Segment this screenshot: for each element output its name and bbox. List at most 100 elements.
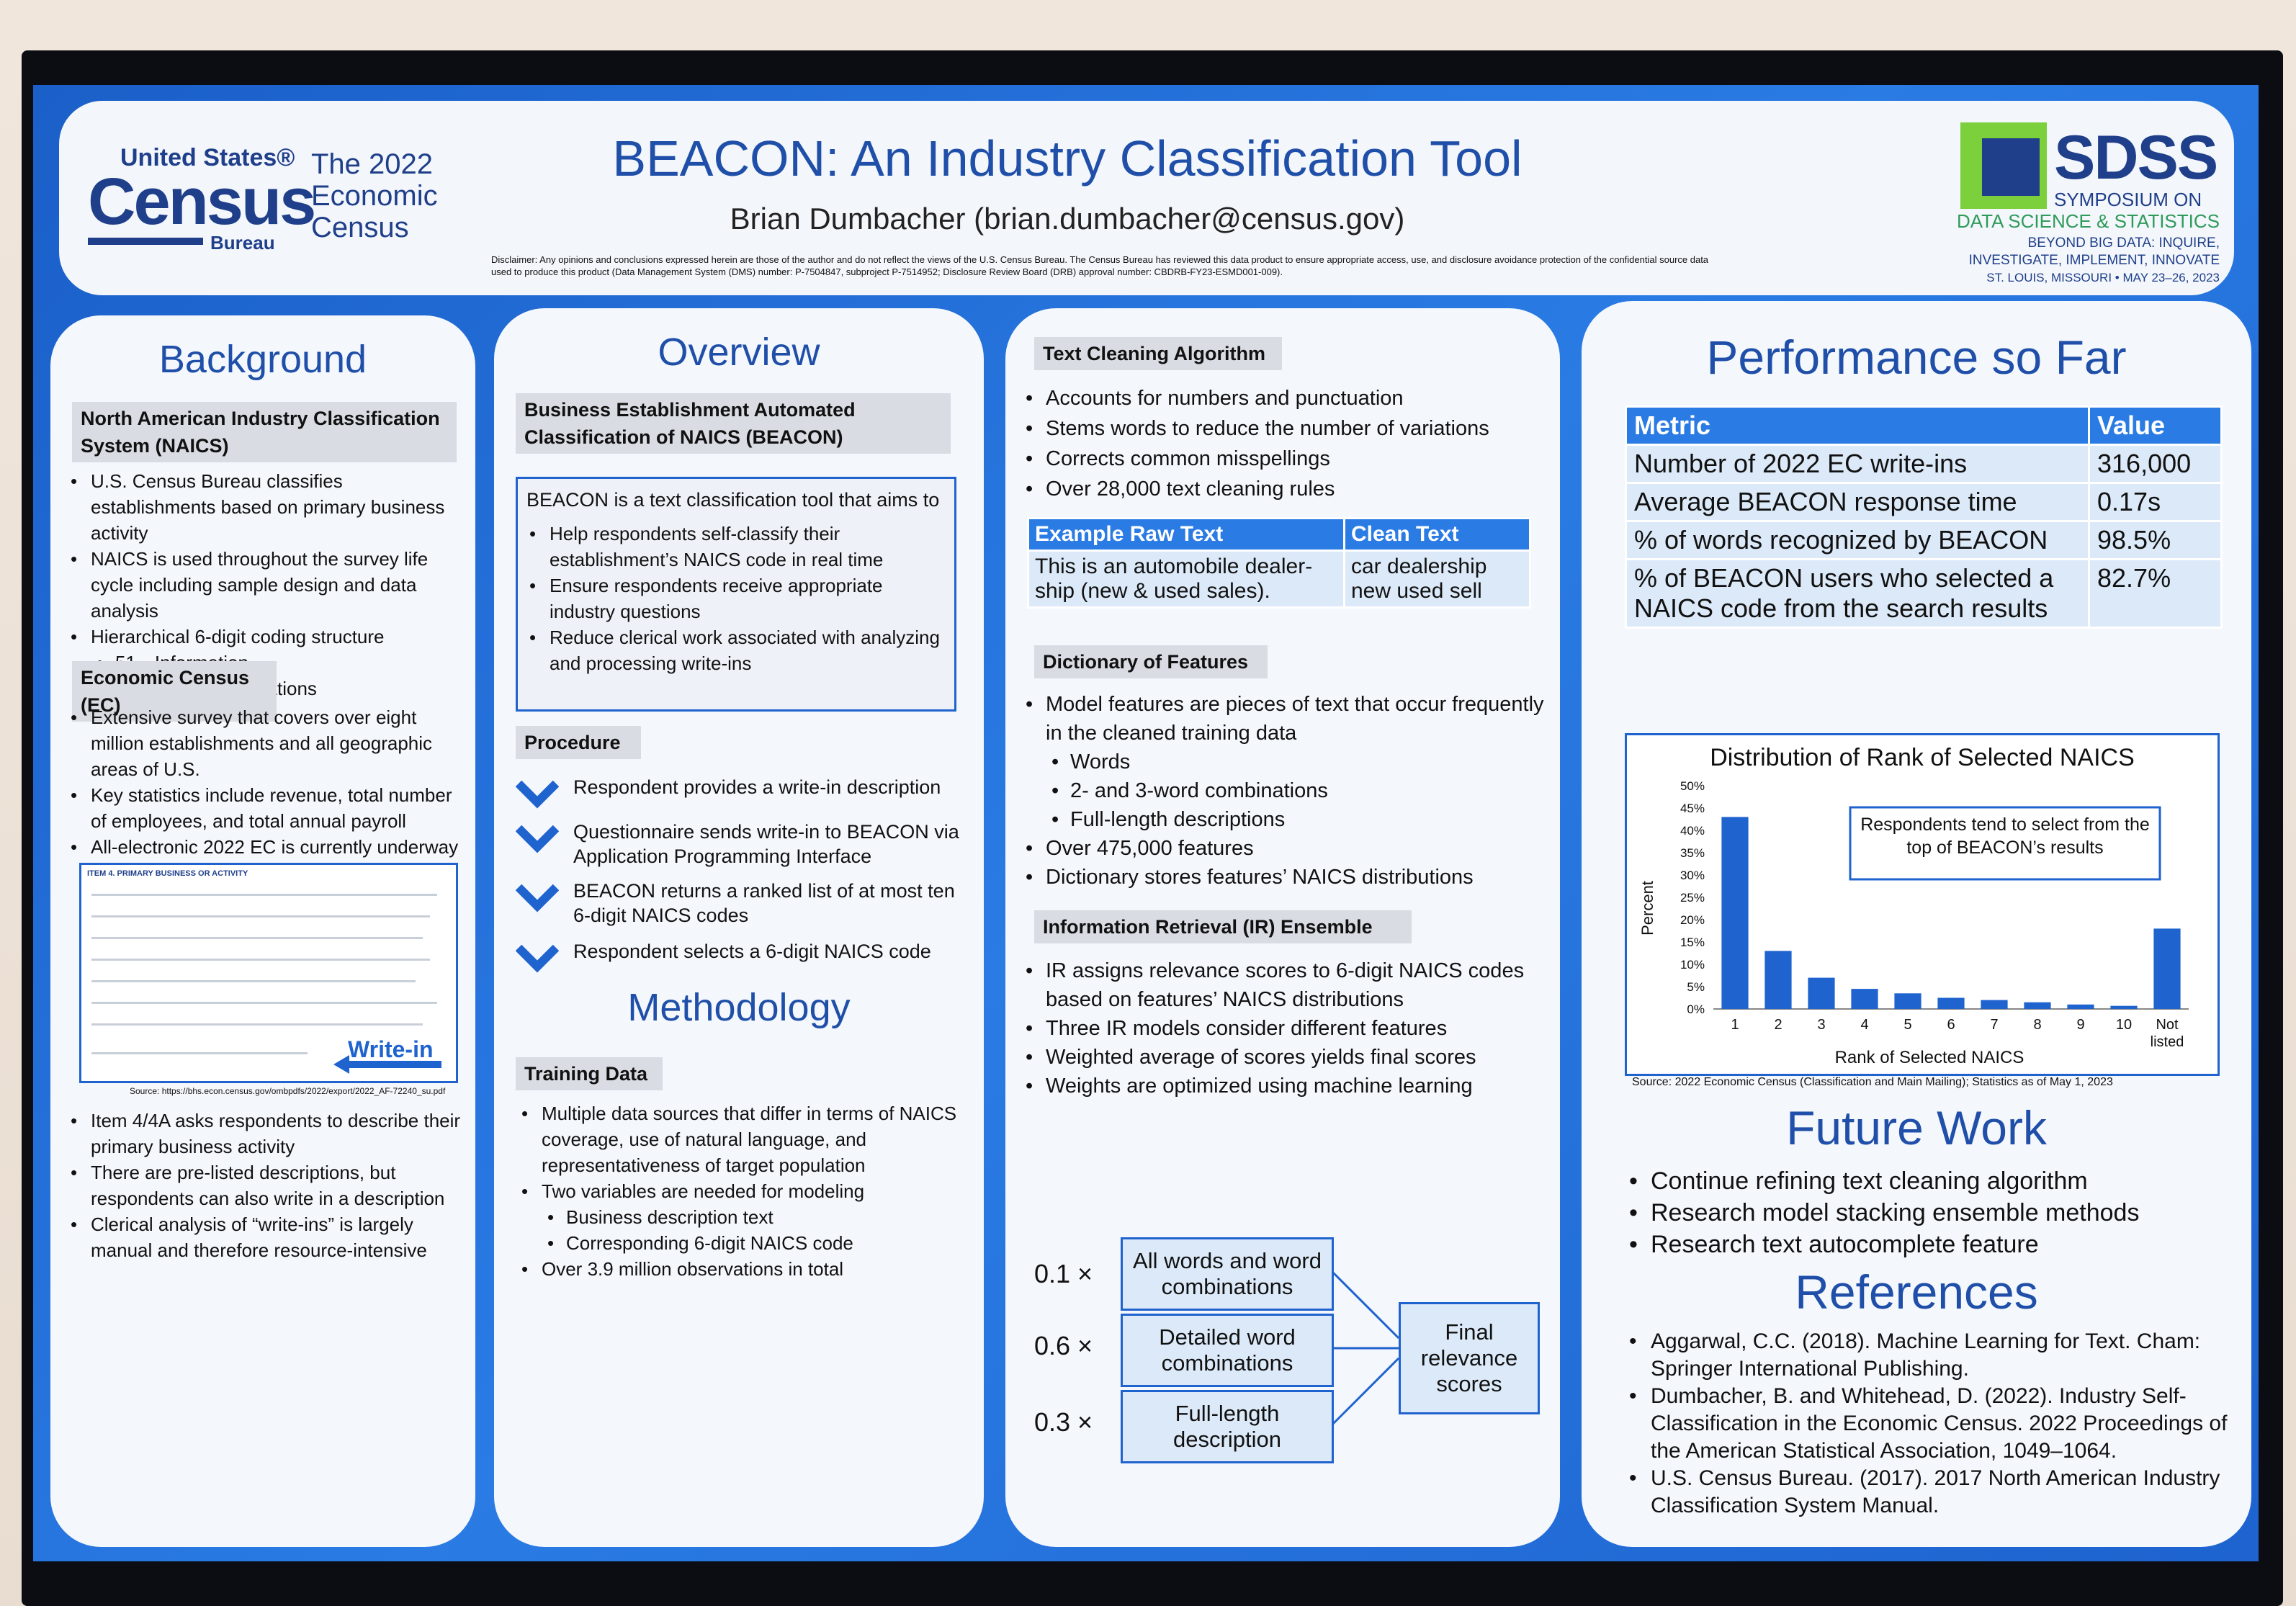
y-tick-label: 25%: [1680, 891, 1705, 905]
table-cell: Average BEACON response time: [1625, 482, 2090, 522]
survey-line: [91, 980, 416, 982]
training-list: Multiple data sources that differ in ter…: [516, 1100, 962, 1282]
list-item: Accounts for numbers and punctuation: [1020, 383, 1546, 413]
ir-model-full-box: Full-length description: [1121, 1390, 1334, 1463]
chart-bar: [1808, 977, 1835, 1009]
survey-line: [91, 915, 430, 918]
x-tick-label: 1: [1731, 1017, 1739, 1033]
list-item: Corrects common misspellings: [1020, 444, 1546, 474]
list-item: Model features are pieces of text that o…: [1020, 690, 1546, 748]
y-tick-label: 10%: [1680, 958, 1705, 972]
list-item: Dumbacher, B. and Whitehead, D. (2022). …: [1625, 1383, 2237, 1465]
procedure-step: Respondent selects a 6-digit NAICS code: [573, 941, 931, 962]
cleaning-example-table: Example Raw Text Clean Text This is an a…: [1027, 517, 1531, 609]
overview-panel: Overview Business Establishment Automate…: [494, 308, 984, 1547]
chart-bar: [2024, 1002, 2051, 1009]
weight-1: 0.1 ×: [1034, 1259, 1093, 1288]
list-item: Research text autocomplete feature: [1625, 1229, 2237, 1260]
x-tick-label: 5: [1903, 1017, 1911, 1033]
census-bureau-text: Bureau: [210, 232, 275, 254]
ir-subheading: Information Retrieval (IR) Ensemble: [1034, 910, 1412, 943]
list-item: There are pre-listed descriptions, but r…: [65, 1159, 468, 1211]
sdss-logo: SDSS SYMPOSIUM ON DATA SCIENCE & STATIST…: [1946, 122, 2220, 288]
economic-census-label: The 2022 Economic Census: [311, 148, 438, 243]
beacon-aims-intro: BEACON is a text classification tool tha…: [526, 489, 940, 511]
list-item: Reduce clerical work associated with ana…: [524, 624, 949, 676]
rank-distribution-chart: Distribution of Rank of Selected NAICS P…: [1625, 733, 2220, 1076]
list-item: Two variables are needed for modeling: [516, 1178, 962, 1204]
census-word: Census: [88, 165, 316, 238]
list-item: Three IR models consider different featu…: [1020, 1014, 1546, 1043]
x-tick-label: 2: [1774, 1017, 1782, 1033]
training-subheading: Training Data: [516, 1057, 663, 1090]
list-item: Business description text: [516, 1204, 962, 1230]
chevron-down-icon: [516, 825, 559, 853]
beacon-subheading: Business Establishment Automated Classif…: [516, 393, 951, 454]
survey-line: [91, 894, 437, 896]
procedure-step: Questionnaire sends write-in to BEACON v…: [573, 821, 959, 867]
chart-annotation-wrapper: Respondents tend to select from the top …: [1860, 815, 2150, 858]
x-tick-label: 3: [1817, 1017, 1825, 1033]
chart-bar: [1894, 993, 1921, 1009]
weight-3: 0.3 ×: [1034, 1407, 1093, 1437]
performance-panel: Performance so Far Metric Value Number o…: [1582, 301, 2251, 1547]
list-item: Help respondents self-classify their est…: [524, 521, 949, 573]
performance-title: Performance so Far: [1706, 331, 2127, 384]
chart-bar: [2153, 928, 2181, 1009]
disclaimer-text: Disclaimer: Any opinions and conclusions…: [491, 254, 1709, 277]
dictionary-list: Model features are pieces of text that o…: [1020, 690, 1546, 892]
poster-screen: United States® Census Bureau The 2022 Ec…: [33, 85, 2259, 1561]
list-item: 2- and 3-word combinations: [1020, 776, 1546, 805]
sdss-location: ST. LOUIS, MISSOURI • MAY 23–26, 2023: [1986, 271, 2220, 284]
table-row: % of words recognized by BEACON 98.5%: [1625, 520, 2223, 560]
performance-table: Metric Value Number of 2022 EC write-ins…: [1625, 405, 2223, 629]
list-item: Research model stacking ensemble methods: [1625, 1197, 2237, 1229]
y-tick-label: 0%: [1687, 1002, 1705, 1016]
census-logo: United States® Census Bureau The 2022 Ec…: [88, 144, 462, 259]
list-item: All-electronic 2022 EC is currently unde…: [65, 834, 468, 860]
y-tick-label: 15%: [1680, 936, 1705, 949]
procedure-step: BEACON returns a ranked list of at most …: [573, 880, 955, 926]
ir-model-words-box: All words and word combinations: [1121, 1237, 1334, 1311]
y-tick-label: 30%: [1680, 869, 1705, 882]
list-item: Weighted average of scores yields final …: [1020, 1043, 1546, 1072]
x-tick-label: 9: [2076, 1017, 2084, 1033]
y-tick-label: 35%: [1680, 846, 1705, 860]
beacon-aims-box: BEACON is a text classification tool tha…: [516, 477, 956, 712]
chart-y-axis-label: Percent: [1638, 881, 1656, 936]
future-work-list: Continue refining text cleaning algorith…: [1625, 1165, 2237, 1260]
table-header: Metric: [1625, 405, 2090, 446]
survey-line: [91, 1052, 308, 1054]
table-cell: % of words recognized by BEACON: [1625, 520, 2090, 560]
poster-author: Brian Dumbacher (brian.dumbacher@census.…: [730, 202, 1405, 235]
table-cell: 98.5%: [2088, 520, 2223, 560]
references-title: References: [1795, 1265, 2038, 1319]
survey-line: [91, 1002, 437, 1004]
overview-title: Overview: [658, 331, 820, 374]
dictionary-subheading: Dictionary of Features: [1034, 645, 1268, 678]
y-tick-label: 20%: [1680, 913, 1705, 927]
table-cell: This is an automobile dealer-ship (new &…: [1027, 549, 1345, 609]
performance-source: Source: 2022 Economic Census (Classifica…: [1632, 1076, 2113, 1088]
survey-form-title: ITEM 4. PRIMARY BUSINESS OR ACTIVITY: [87, 869, 248, 878]
procedure-subheading: Procedure: [516, 726, 641, 759]
arrow-left-icon: [333, 1055, 441, 1074]
list-item: U.S. Census Bureau classifies establishm…: [65, 468, 468, 546]
chart-x-axis-label: Rank of Selected NAICS: [1835, 1048, 2024, 1067]
chart-annotation: Respondents tend to select from the top …: [1860, 815, 2150, 858]
table-cell: % of BEACON users who selected a NAICS c…: [1625, 558, 2090, 629]
list-item: U.S. Census Bureau. (2017). 2017 North A…: [1625, 1465, 2237, 1520]
methodology-title: Methodology: [627, 986, 851, 1029]
text-cleaning-subheading: Text Cleaning Algorithm: [1034, 337, 1282, 370]
background-panel: Background North American Industry Class…: [50, 315, 475, 1547]
table-cell: 0.17s: [2088, 482, 2223, 522]
chart-title: Distribution of Rank of Selected NAICS: [1710, 744, 2135, 771]
sdss-tagline: BEYOND BIG DATA: INQUIRE, INVESTIGATE, I…: [1968, 235, 2220, 268]
procedure-step: Respondent provides a write-in descripti…: [573, 776, 941, 798]
list-item: Aggarwal, C.C. (2018). Machine Learning …: [1625, 1328, 2237, 1383]
future-work-title: Future Work: [1786, 1101, 2047, 1154]
text-cleaning-list: Accounts for numbers and punctuation Ste…: [1020, 383, 1546, 504]
list-item: Extensive survey that covers over eight …: [65, 704, 468, 782]
list-item: Key statistics include revenue, total nu…: [65, 782, 468, 834]
table-cell: 82.7%: [2088, 558, 2223, 629]
